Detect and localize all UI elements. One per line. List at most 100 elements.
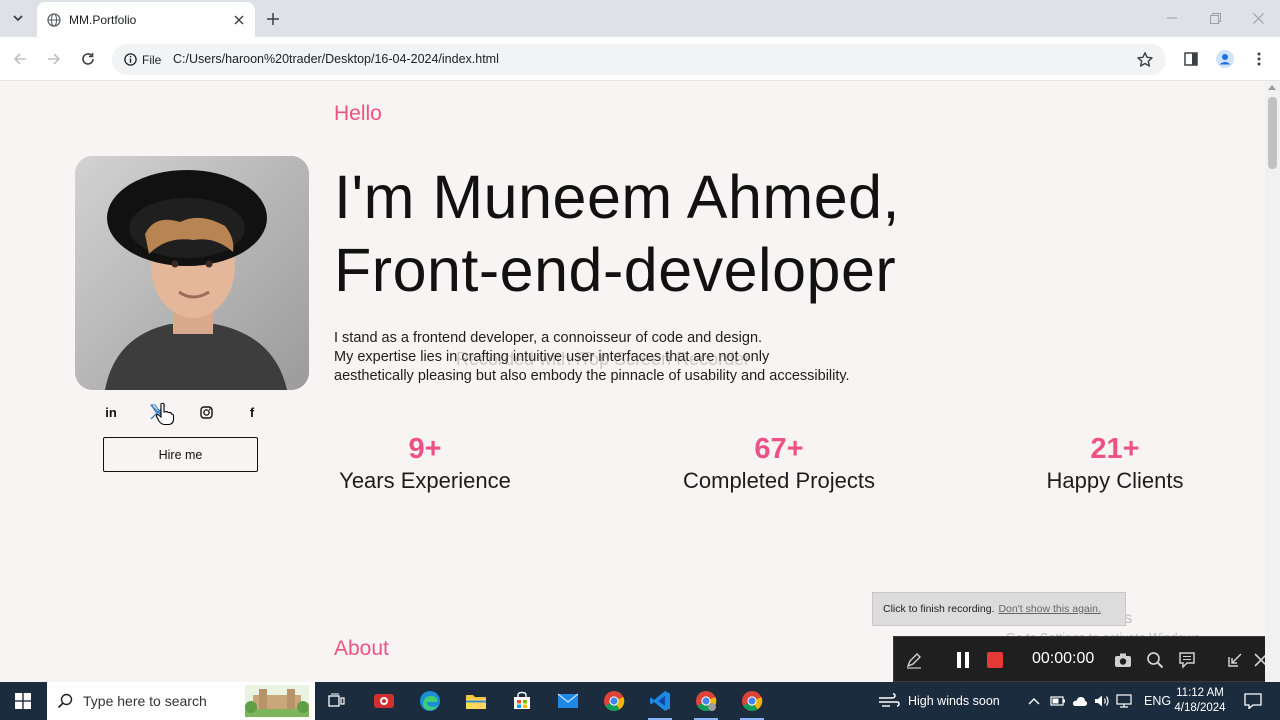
magnifier-icon	[1147, 652, 1164, 669]
headline-name: I'm Muneem Ahmed,	[334, 163, 900, 231]
taskbar-app-vscode[interactable]	[640, 682, 680, 720]
facebook-icon: f	[249, 404, 255, 420]
about-heading: About	[334, 637, 389, 660]
linkedin-link[interactable]: in	[101, 403, 121, 421]
notification-icon	[1244, 693, 1262, 709]
screen-recorder-icon	[374, 694, 394, 708]
intro-line: I stand as a frontend developer, a conno…	[334, 330, 763, 346]
chevron-down-icon	[13, 15, 23, 22]
start-button[interactable]	[0, 682, 46, 720]
wind-icon	[879, 693, 900, 707]
forward-button[interactable]	[45, 50, 63, 68]
annotate-button[interactable]	[904, 650, 924, 670]
hire-me-button[interactable]: Hire me	[103, 437, 258, 472]
taskbar-app-recorder[interactable]	[364, 682, 404, 720]
recording-tooltip: Click to finish recording. Don't show th…	[872, 592, 1126, 626]
clock-time: 11:12 AM	[1176, 687, 1224, 699]
new-tab-button[interactable]	[264, 10, 282, 28]
stat-clients: 21+ Happy Clients	[1041, 432, 1189, 496]
linkedin-icon: in	[105, 404, 117, 420]
close-icon	[1252, 12, 1264, 24]
scroll-up-arrow-icon[interactable]	[1268, 85, 1276, 90]
minimize-icon	[1167, 17, 1177, 19]
browser-menu-button[interactable]	[1250, 50, 1268, 68]
zoom-button[interactable]	[1145, 650, 1165, 670]
close-tab-icon[interactable]	[231, 12, 247, 28]
task-view-button[interactable]	[317, 682, 357, 720]
profile-avatar-icon	[1216, 50, 1234, 68]
taskbar-app-chrome-profile[interactable]	[686, 682, 726, 720]
tab-search-button[interactable]	[8, 8, 28, 28]
battery-icon[interactable]	[1050, 695, 1066, 707]
comment-icon	[1179, 652, 1195, 669]
reload-button[interactable]	[79, 50, 97, 68]
pen-icon	[906, 653, 921, 669]
taskbar-app-store[interactable]	[502, 682, 542, 720]
scroll-thumb[interactable]	[1268, 97, 1277, 169]
browser-toolbar: File C:/Users/haroon%20trader/Desktop/16…	[0, 37, 1280, 81]
reload-icon	[82, 53, 94, 65]
system-tray-icons: ENG	[1028, 682, 1171, 720]
tab-strip: MM.Portfolio	[0, 0, 1280, 37]
instagram-icon	[199, 405, 213, 419]
folder-icon	[466, 695, 486, 709]
pause-recording-button[interactable]	[953, 650, 973, 670]
pause-icon	[957, 652, 969, 668]
hero-headline: I'm Muneem Ahmed, Front-end-developer	[334, 161, 900, 307]
cloud-icon[interactable]	[1072, 695, 1088, 707]
restore-button[interactable]	[1207, 10, 1223, 26]
address-bar[interactable]: File C:/Users/haroon%20trader/Desktop/16…	[112, 44, 1166, 75]
volume-icon[interactable]	[1094, 694, 1110, 708]
page-viewport: Hello I'm Muneem Ahmed, Front-end-develo…	[0, 81, 1280, 682]
taskbar-app-file-explorer[interactable]	[456, 682, 496, 720]
chevron-up-icon[interactable]	[1028, 696, 1040, 706]
network-icon[interactable]	[1116, 694, 1132, 708]
stat-label: Completed Projects	[683, 468, 875, 493]
chrome-icon	[604, 691, 625, 712]
instagram-link[interactable]	[197, 403, 215, 421]
screenshot-button[interactable]	[1113, 650, 1133, 670]
stop-recording-button[interactable]	[985, 650, 1005, 670]
edge-browser-icon	[420, 691, 440, 711]
minimize-recorder-button[interactable]	[1225, 650, 1245, 670]
tab-mm-portfolio[interactable]: MM.Portfolio	[37, 2, 255, 37]
notifications-button[interactable]	[1238, 682, 1268, 720]
site-info-chip[interactable]: File	[120, 49, 165, 70]
collapse-icon	[1228, 653, 1242, 667]
side-panel-button[interactable]	[1182, 50, 1200, 68]
minimize-button[interactable]	[1164, 10, 1180, 26]
taskbar-search-box[interactable]: Type here to search	[47, 682, 315, 720]
taskbar-app-edge[interactable]	[410, 682, 450, 720]
vscode-icon	[650, 691, 670, 711]
profile-button[interactable]	[1216, 50, 1234, 68]
url-text[interactable]: C:/Users/haroon%20trader/Desktop/16-04-2…	[173, 52, 499, 66]
close-window-button[interactable]	[1250, 10, 1266, 26]
taskbar-clock[interactable]: 11:12 AM 4/18/2024	[1168, 686, 1232, 716]
dont-show-again-link[interactable]: Don't show this again.	[998, 603, 1100, 615]
hand-cursor-icon	[155, 402, 175, 426]
plus-icon	[267, 13, 279, 25]
stat-years: 9+ Years Experience	[334, 432, 516, 496]
info-icon	[124, 53, 137, 66]
arrow-left-icon	[13, 53, 26, 65]
taskbar-app-chrome-active[interactable]	[732, 682, 772, 720]
taskbar-app-chrome[interactable]	[594, 682, 634, 720]
tab-title: MM.Portfolio	[69, 12, 137, 27]
bookmark-star-icon[interactable]	[1136, 51, 1154, 69]
back-button[interactable]	[11, 50, 29, 68]
weather-text: High winds soon	[908, 694, 1000, 708]
store-bag-icon	[514, 691, 530, 709]
side-panel-icon	[1184, 52, 1198, 66]
facebook-link[interactable]: f	[244, 403, 260, 421]
windows-taskbar: Type here to search High winds soon ENG …	[0, 682, 1280, 720]
stat-value: 9+	[408, 433, 442, 465]
taskbar-app-mail[interactable]	[548, 682, 588, 720]
site-chip-label: File	[142, 52, 162, 67]
recording-tip-text: Click to finish recording.	[883, 603, 995, 615]
weather-widget[interactable]: High winds soon	[878, 682, 1000, 720]
more-vert-icon	[1257, 52, 1261, 66]
stat-value: 21+	[1090, 433, 1140, 465]
mail-icon	[557, 693, 579, 708]
comment-button[interactable]	[1177, 650, 1197, 670]
page-scrollbar[interactable]	[1265, 81, 1280, 682]
